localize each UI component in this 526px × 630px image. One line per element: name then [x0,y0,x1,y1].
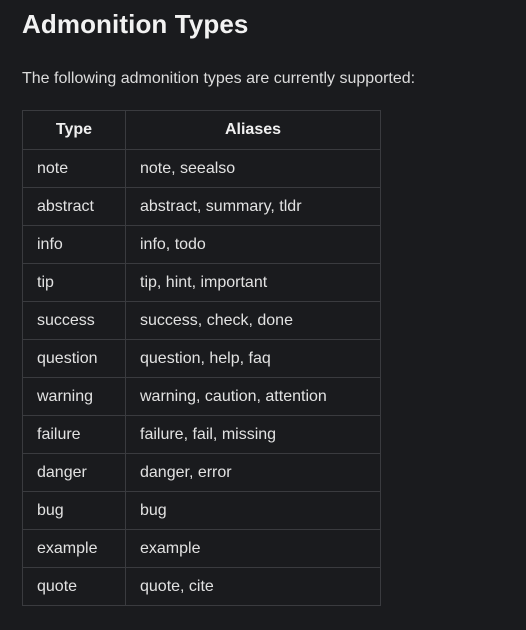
cell-aliases: question, help, faq [125,339,381,378]
cell-aliases: success, check, done [125,301,381,340]
cell-type: warning [22,377,126,416]
cell-type: success [22,301,126,340]
cell-aliases: bug [125,491,381,530]
table-row: example example [22,529,381,568]
document-page: Admonition Types The following admonitio… [0,0,526,630]
table-row: abstract abstract, summary, tldr [22,187,381,226]
cell-aliases: danger, error [125,453,381,492]
table-row: failure failure, fail, missing [22,415,381,454]
cell-aliases: failure, fail, missing [125,415,381,454]
admonition-types-table: Type Aliases note note, seealso abstract… [22,110,381,606]
cell-aliases: quote, cite [125,567,381,606]
table-row: question question, help, faq [22,339,381,378]
intro-paragraph: The following admonition types are curre… [22,70,416,87]
table-row: bug bug [22,491,381,530]
table-row: tip tip, hint, important [22,263,381,302]
table-row: info info, todo [22,225,381,264]
table-row: note note, seealso [22,149,381,188]
cell-type: abstract [22,187,126,226]
cell-aliases: warning, caution, attention [125,377,381,416]
cell-aliases: info, todo [125,225,381,264]
cell-type: danger [22,453,126,492]
table-row: warning warning, caution, attention [22,377,381,416]
table-row: success success, check, done [22,301,381,340]
cell-type: quote [22,567,126,606]
table-row: danger danger, error [22,453,381,492]
cell-type: note [22,149,126,188]
cell-type: bug [22,491,126,530]
cell-aliases: example [125,529,381,568]
cell-type: example [22,529,126,568]
table-row: quote quote, cite [22,567,381,606]
cell-type: info [22,225,126,264]
cell-aliases: abstract, summary, tldr [125,187,381,226]
cell-aliases: note, seealso [125,149,381,188]
cell-type: failure [22,415,126,454]
header-aliases: Aliases [125,110,381,150]
cell-aliases: tip, hint, important [125,263,381,302]
cell-type: question [22,339,126,378]
cell-type: tip [22,263,126,302]
page-title: Admonition Types [22,9,249,39]
header-type: Type [22,110,126,150]
table-header-row: Type Aliases [22,110,381,150]
